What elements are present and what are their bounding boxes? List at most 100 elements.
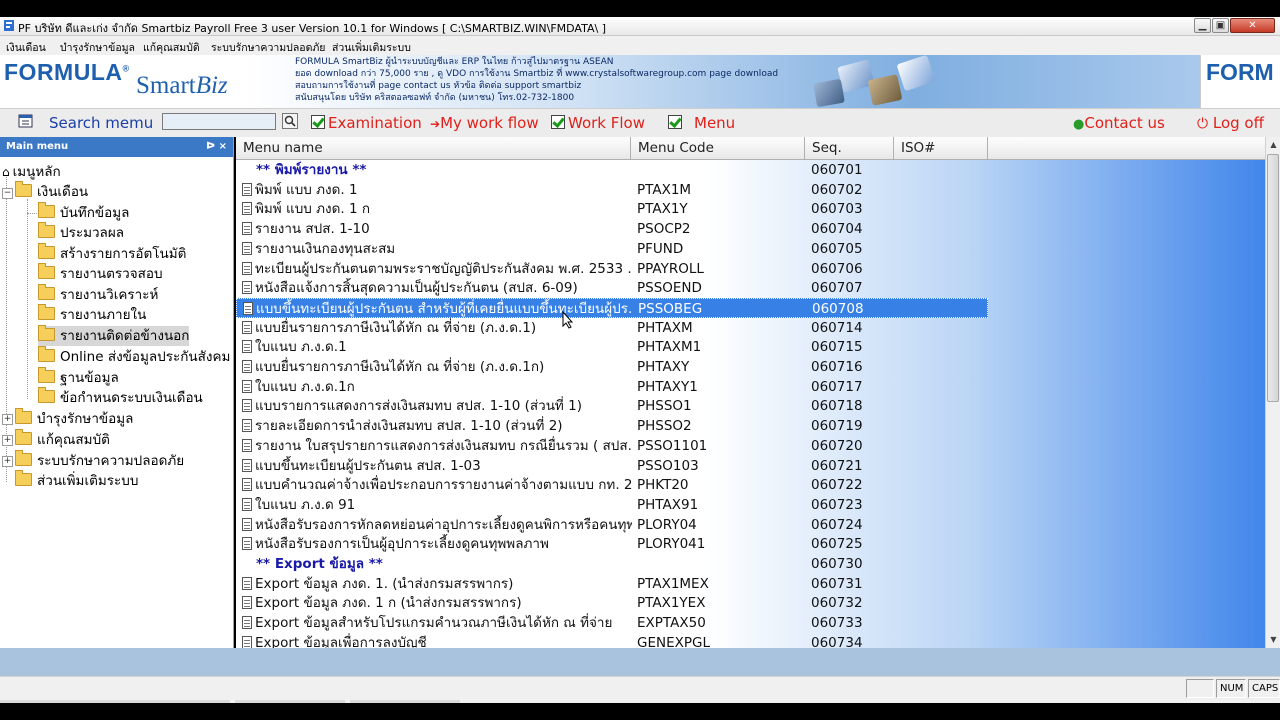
scroll-down-icon[interactable]: ▼ — [1266, 632, 1280, 648]
menu-addons[interactable]: ส่วนเพิ่มเติมระบบ — [332, 39, 411, 56]
column-menu-name[interactable]: Menu name — [236, 137, 631, 159]
menu-maintenance[interactable]: บำรุงรักษาข้อมูล — [60, 39, 135, 56]
grid-row[interactable]: พิมพ์ แบบ ภงด. 1 ก PTAX1Y 060703 — [236, 199, 988, 219]
column-iso[interactable]: ISO# — [894, 137, 988, 159]
grid-row[interactable]: หนังสือรับรองการหักลดหย่อนค่าอุปการะเลี้… — [236, 515, 988, 535]
menu-properties[interactable]: แก้คุณสมบัติ — [143, 39, 200, 56]
power-icon: ⏻ — [1197, 116, 1209, 132]
seq-cell: 060714 — [811, 319, 863, 336]
grid-section-header[interactable]: ** พิมพ์รายงาน ** 060701 — [236, 160, 988, 180]
collapse-icon[interactable]: − — [2, 188, 13, 199]
menu-security[interactable]: ระบบรักษาความปลอดภัย — [211, 39, 325, 56]
tree-node-addons[interactable]: ส่วนเพิ่มเติมระบบ — [15, 470, 138, 491]
my-work-flow-button[interactable]: ➔My work flow — [430, 114, 539, 132]
minimize-button[interactable]: ▁ — [1194, 18, 1211, 33]
tree-node-payroll-settings[interactable]: ข้อกำหนดระบบเงินเดือน — [38, 387, 203, 408]
tree-node-auto-create[interactable]: สร้างรายการอัตโนมัติ — [38, 243, 186, 264]
grid-row[interactable]: Export ข้อมูลเพื่อการลงบัญชี GENEXPGL 0607… — [236, 633, 988, 648]
grid-row[interactable]: แบบยื่นรายการภาษีเงินได้หัก ณ ที่จ่าย (ภ… — [236, 318, 988, 338]
menu-name-cell: หนังสือแจ้งการสิ้นสุดความเป็นผู้ประกันตน… — [242, 278, 632, 298]
grid-row[interactable]: แบบขึ้นทะเบียนผู้ประกันตน สปส. 1-03 PSSO1… — [236, 456, 988, 476]
document-icon — [242, 202, 252, 216]
grid-row[interactable]: ใบแนบ ภ.ง.ด 91 PHTAX91 060723 — [236, 495, 988, 515]
tree-node-audit-report[interactable]: รายงานตรวจสอบ — [38, 263, 163, 284]
menu-code-cell: PSSO1101 — [637, 437, 708, 454]
seq-cell: 060701 — [811, 162, 863, 178]
seq-cell: 060716 — [811, 359, 863, 375]
folder-icon — [15, 429, 32, 445]
log-off-button[interactable]: ⏻ Log off — [1197, 114, 1264, 132]
menu-toggle[interactable]: Menu — [668, 114, 735, 132]
grid-row[interactable]: ทะเบียนผู้ประกันตนตามพระราชบัญญัติประกัน… — [236, 259, 988, 279]
tree-node-record-data[interactable]: บันทึกข้อมูล — [38, 202, 129, 223]
document-icon — [242, 261, 252, 275]
grid-row[interactable]: Export ข้อมูล ภงด. 1 ก (นำส่งกรมสรรพากร)… — [236, 593, 988, 613]
document-icon — [242, 576, 252, 590]
bottom-band — [0, 648, 1280, 676]
tree-node-process[interactable]: ประมวลผล — [38, 222, 124, 243]
grid-row[interactable]: แบบคำนวณค่าจ้างเพื่อประกอบการรายงานค่าจ้… — [236, 475, 988, 495]
grid-row[interactable]: แบบยื่นรายการภาษีเงินได้หัก ณ ที่จ่าย (ภ… — [236, 357, 988, 377]
search-icon[interactable] — [282, 113, 298, 129]
grid-row[interactable]: หนังสือแจ้งการสิ้นสุดความเป็นผู้ประกันตน… — [236, 278, 988, 298]
tree-node-internal-report[interactable]: รายงานภายใน — [38, 304, 146, 325]
grid-row[interactable]: Export ข้อมูล ภงด. 1. (นำส่งกรมสรรพากร) P… — [236, 574, 988, 594]
document-icon — [242, 222, 252, 236]
menu-code-cell: PFUND — [637, 240, 684, 257]
maximize-button[interactable]: ▣ — [1212, 18, 1229, 33]
work-flow-toggle[interactable]: Work Flow — [551, 114, 645, 132]
examination-toggle[interactable]: Examination — [311, 114, 422, 132]
grid-header: Menu name Menu Code Seq. ISO# — [236, 137, 1266, 160]
contact-us-button[interactable]: ●Contact us — [1073, 114, 1165, 132]
grid-row[interactable]: ใบแนบ ภ.ง.ด.1ก PHTAXY1 060717 — [236, 377, 988, 397]
expand-icon[interactable]: + — [2, 456, 13, 467]
tree-node-online-sso[interactable]: Online ส่งข้อมูลประกันสังคม — [38, 346, 230, 367]
tree-node-security[interactable]: ระบบรักษาความปลอดภัย — [15, 450, 184, 471]
grid-row[interactable]: รายละเอียดการนำส่งเงินสมทบ สปส. 1-10 (ส่… — [236, 416, 988, 436]
tree-node-analysis-report[interactable]: รายงานวิเคราะห์ — [38, 284, 158, 305]
menu-code-cell: EXPTAX50 — [637, 615, 706, 632]
menu-payroll[interactable]: เงินเดือน — [6, 39, 46, 56]
tree-node-maintenance[interactable]: บำรุงรักษาข้อมูล — [15, 408, 133, 429]
pin-icon[interactable]: ᐅ × — [206, 137, 227, 157]
grid-section-header[interactable]: ** Export ข้อมูล ** 060730 — [236, 554, 988, 574]
tree-line — [27, 213, 37, 214]
grid-row[interactable]: แบบรายการแสดงการส่งเงินสมทบ สปส. 1-10 (ส… — [236, 396, 988, 416]
column-seq[interactable]: Seq. — [805, 137, 894, 159]
menu-name-cell: ทะเบียนผู้ประกันตนตามพระราชบัญญัติประกัน… — [242, 259, 632, 279]
calendar-icon[interactable] — [18, 113, 33, 128]
grid-row[interactable]: แบบขึ้นทะเบียนผู้ประกันตน สำหรับผู้ที่เค… — [236, 297, 988, 318]
scroll-up-icon[interactable]: ▲ — [1266, 137, 1280, 153]
column-menu-code[interactable]: Menu Code — [631, 137, 805, 159]
search-label: Search memu — [49, 114, 154, 132]
tree-node-payroll[interactable]: เงินเดือน — [15, 181, 88, 202]
caps-lock-indicator: CAPS — [1248, 679, 1280, 698]
tree-root[interactable]: ⌂ เมนูหลัก — [2, 162, 61, 182]
seq-cell: 060732 — [811, 595, 863, 612]
close-button[interactable]: ✕ — [1230, 18, 1275, 33]
menu-name-cell: แบบยื่นรายการภาษีเงินได้หัก ณ ที่จ่าย (ภ… — [242, 318, 632, 338]
tree-node-external-report[interactable]: รายงานติดต่อข้างนอก — [38, 325, 190, 346]
grid-row[interactable]: พิมพ์ แบบ ภงด. 1 PTAX1M 060702 — [236, 180, 988, 200]
folder-icon — [38, 202, 55, 218]
tree-node-properties[interactable]: แก้คุณสมบัติ — [15, 429, 110, 450]
menu-name-cell: ใบแนบ ภ.ง.ด.1ก — [242, 377, 632, 397]
menu-name-text: ** Export ข้อมูล ** — [256, 556, 383, 572]
expand-icon[interactable]: + — [2, 414, 13, 425]
tree-node-database[interactable]: ฐานข้อมูล — [38, 367, 119, 388]
scroll-thumb[interactable] — [1267, 154, 1279, 402]
search-input[interactable] — [162, 113, 276, 130]
grid-row[interactable]: หนังสือรับรองการเป็นผู้อุปการะเลี้ยงดูคน… — [236, 534, 988, 554]
menu-name-cell: แบบขึ้นทะเบียนผู้ประกันตน สปส. 1-03 — [242, 456, 632, 476]
menu-name-text: แบบคำนวณค่าจ้างเพื่อประกอบการรายงานค่าจ้… — [255, 477, 632, 494]
window-title: PF บริษัท ดีและเก่ง จำกัด Smartbiz Payro… — [18, 22, 606, 35]
grid-row[interactable]: รายงาน สปส. 1-10 PSOCP2 060704 — [236, 219, 988, 239]
grid-row[interactable]: รายงาน ใบสรุปรายการแสดงการส่งเงินสมทบ กร… — [236, 436, 988, 456]
menu-name-cell: Export ข้อมูล ภงด. 1 ก (นำส่งกรมสรรพากร) — [242, 593, 632, 613]
grid-row[interactable]: Export ข้อมูลสำหรับโปรแกรมคำนวณภาษีเงินไ… — [236, 613, 988, 633]
grid-row[interactable]: ใบแนบ ภ.ง.ด.1 PHTAXM1 060715 — [236, 337, 988, 357]
grid-row[interactable]: รายงานเงินกองทุนสะสม PFUND 060705 — [236, 239, 988, 259]
home-icon: ⌂ — [2, 165, 10, 179]
expand-icon[interactable]: + — [2, 435, 13, 446]
vertical-scrollbar[interactable]: ▲ ▼ — [1265, 137, 1280, 648]
